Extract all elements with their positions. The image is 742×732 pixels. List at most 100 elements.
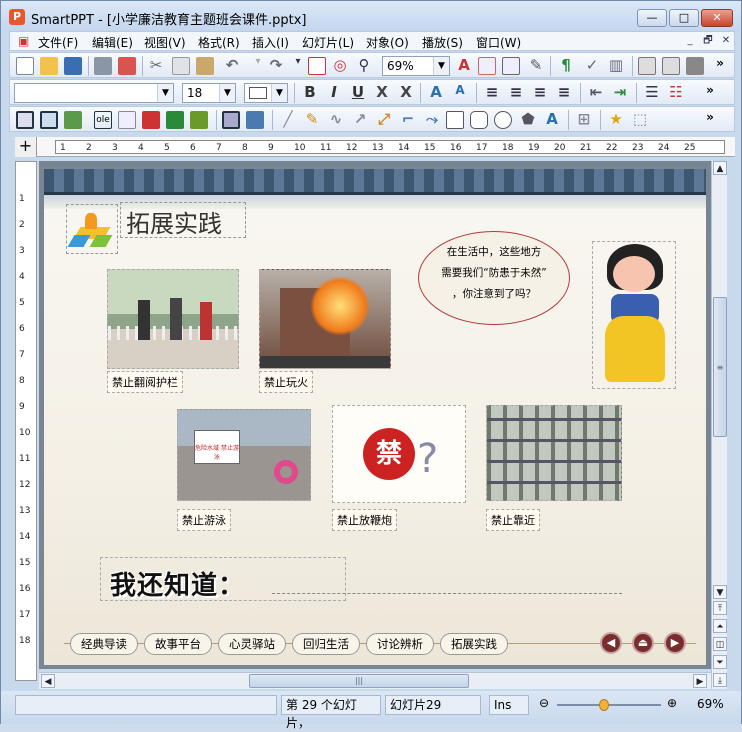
- slide-number-icon[interactable]: [308, 57, 326, 75]
- prev-page-icon[interactable]: ⏶: [713, 619, 727, 633]
- vertical-ruler[interactable]: 1 2 3 4 5 6 7 8 9 10 11 12 13 14 15 16 17 18: [15, 161, 37, 681]
- line-icon[interactable]: ╱: [278, 110, 298, 128]
- group-icon[interactable]: [222, 111, 240, 129]
- horizontal-ruler[interactable]: 1 2 3 4 5 6 7 8 9 10 11 12 13 14 15 16 17 18 19 20 21 22 23 24 2…: [55, 140, 725, 154]
- chart-icon[interactable]: ▥: [606, 56, 626, 74]
- paragraph-icon[interactable]: ¶: [556, 56, 576, 74]
- menu-window[interactable]: 窗口(W): [476, 34, 521, 51]
- picture-frame-icon[interactable]: [64, 111, 82, 129]
- pen-icon[interactable]: ✎: [302, 110, 322, 128]
- curved-connector-icon[interactable]: ⤳: [422, 110, 442, 128]
- rounded-rect-icon[interactable]: [470, 111, 488, 129]
- ole-object-icon[interactable]: ole: [94, 111, 112, 129]
- copy-icon[interactable]: [172, 57, 190, 75]
- zoom-slider-thumb[interactable]: [599, 699, 609, 711]
- align-objects-icon[interactable]: ⊞: [574, 110, 594, 128]
- arrow-icon[interactable]: ↗: [350, 110, 370, 128]
- nav-expansion-practice[interactable]: 拓展实践: [440, 633, 508, 655]
- shrink-font-button[interactable]: A: [450, 83, 470, 97]
- zoom-icon[interactable]: ⚲: [354, 56, 374, 74]
- speech-bubble[interactable]: 在生活中，这些地方 需要我们“防患于未然” ，你注意到了吗？: [418, 231, 570, 325]
- menu-play[interactable]: 播放(S): [422, 34, 463, 51]
- doc-restore-button[interactable]: 🗗: [700, 33, 716, 48]
- toolbar-overflow-icon[interactable]: »: [710, 56, 730, 70]
- scroll-left-icon[interactable]: ◀: [41, 674, 55, 688]
- justify-icon[interactable]: ≡: [554, 83, 574, 101]
- redo-icon[interactable]: ↷: [266, 56, 286, 74]
- shadow-button[interactable]: X: [396, 83, 416, 101]
- insert-list-icon[interactable]: [502, 57, 520, 75]
- photo-fire[interactable]: [259, 269, 391, 369]
- menu-edit[interactable]: 编辑(E): [92, 34, 133, 51]
- home-icon[interactable]: ⏏: [632, 632, 654, 654]
- elbow-connector-icon[interactable]: ⌐: [398, 110, 418, 128]
- next-page-icon[interactable]: ⏷: [713, 655, 727, 669]
- cut-icon[interactable]: ✂: [146, 56, 166, 74]
- scroll-right-icon[interactable]: ▶: [693, 674, 707, 688]
- nav-soul-station[interactable]: 心灵驿站: [218, 633, 286, 655]
- zoom-slider[interactable]: [557, 699, 661, 711]
- table-frame-icon[interactable]: [40, 111, 58, 129]
- text-color-icon[interactable]: A: [454, 56, 474, 74]
- horizontal-scrollbar[interactable]: ◀ ||| ▶: [39, 672, 711, 689]
- undo-icon[interactable]: ↶: [222, 56, 242, 74]
- package-icon[interactable]: [686, 57, 704, 75]
- zoom-in-icon[interactable]: ⊕: [667, 696, 677, 710]
- minimize-button[interactable]: —: [637, 9, 667, 27]
- horizontal-scroll-thumb[interactable]: |||: [249, 674, 469, 688]
- last-slide-icon[interactable]: ⤓: [713, 673, 727, 687]
- photo-railing[interactable]: [107, 269, 239, 369]
- photo-swimming[interactable]: 危险水域 禁止游泳: [177, 409, 311, 501]
- menu-slide[interactable]: 幻灯片(L): [302, 34, 354, 51]
- fill-color-select[interactable]: ▼: [244, 83, 288, 103]
- firecracker-illustration[interactable]: 禁 ?: [332, 405, 466, 503]
- formula-frame-icon[interactable]: [166, 111, 184, 129]
- nav-story-platform[interactable]: 故事平台: [144, 633, 212, 655]
- rectangle-icon[interactable]: [446, 111, 464, 129]
- increase-indent-icon[interactable]: ⇥: [610, 83, 630, 101]
- prev-slide-icon[interactable]: ◀: [600, 632, 622, 654]
- scroll-down-icon[interactable]: ▼: [713, 585, 727, 599]
- cartoon-girl-image[interactable]: [592, 241, 676, 389]
- curve-icon[interactable]: ∿: [326, 110, 346, 128]
- italic-button[interactable]: I: [324, 83, 344, 101]
- select-frame-icon[interactable]: [16, 111, 34, 129]
- paste-icon[interactable]: [196, 57, 214, 75]
- shapes-icon[interactable]: ⬟: [518, 110, 538, 128]
- pdf-icon[interactable]: [118, 57, 136, 75]
- font-size-select[interactable]: 18 ▼: [182, 83, 236, 103]
- status-insert-mode[interactable]: Ins: [489, 695, 529, 715]
- spellcheck-icon[interactable]: ✓: [582, 56, 602, 74]
- slide[interactable]: 拓展实践 禁止翻阅护栏 禁止玩火 在生活中，这些地方 需要我们“防患于未然” ，…: [44, 169, 706, 665]
- screenshot-icon[interactable]: [246, 111, 264, 129]
- bullet-list-icon[interactable]: ☰: [642, 83, 662, 101]
- save-icon[interactable]: [64, 57, 82, 75]
- print-icon[interactable]: [94, 57, 112, 75]
- align-center-icon[interactable]: ≡: [506, 83, 526, 101]
- open-folder-icon[interactable]: [40, 57, 58, 75]
- vertical-scrollbar[interactable]: ▲ ≡ ▼ ⤒ ⏶ ◫ ⏷ ⤓: [711, 161, 727, 689]
- vertical-scroll-thumb[interactable]: ≡: [713, 297, 727, 437]
- wordart-icon[interactable]: A: [542, 110, 562, 128]
- zoom-out-icon[interactable]: ⊖: [539, 696, 549, 710]
- toolbar-overflow-icon[interactable]: »: [700, 110, 720, 124]
- decrease-indent-icon[interactable]: ⇤: [586, 83, 606, 101]
- properties-icon[interactable]: [662, 57, 680, 75]
- slide-view-icon[interactable]: ◫: [713, 637, 727, 651]
- text-frame-icon[interactable]: [142, 111, 160, 129]
- menu-view[interactable]: 视图(V): [144, 34, 186, 51]
- scroll-up-icon[interactable]: ▲: [713, 161, 727, 175]
- next-slide-icon[interactable]: ▶: [664, 632, 686, 654]
- maximize-button[interactable]: □: [669, 9, 699, 27]
- font-name-select[interactable]: ▼: [14, 83, 174, 103]
- ruler-origin-icon[interactable]: +: [15, 137, 37, 157]
- redo-dropdown-icon[interactable]: ▾: [288, 56, 308, 67]
- blocks-logo-image[interactable]: [66, 204, 118, 254]
- close-button[interactable]: ✕: [701, 9, 733, 27]
- nav-classic-reading[interactable]: 经典导读: [70, 633, 138, 655]
- new-file-icon[interactable]: [16, 57, 34, 75]
- zoom-select[interactable]: 69% ▼: [382, 56, 450, 76]
- menu-format[interactable]: 格式(R): [198, 34, 240, 51]
- media-frame-icon[interactable]: [118, 111, 136, 129]
- menu-insert[interactable]: 插入(I): [252, 34, 289, 51]
